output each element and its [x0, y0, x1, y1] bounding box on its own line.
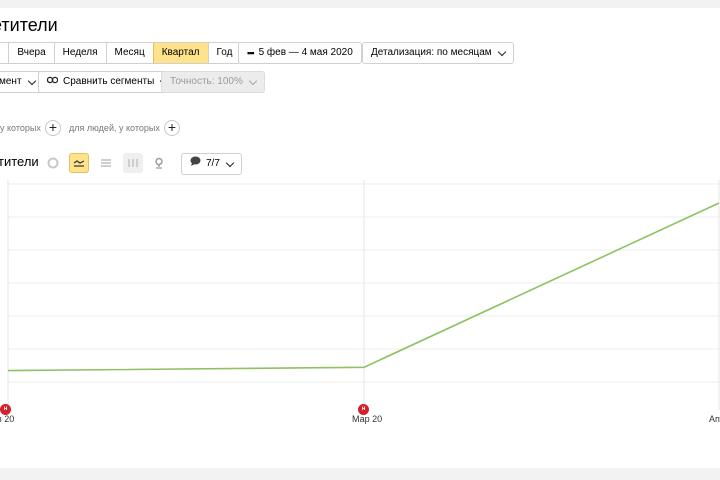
- x-tick-label: Ап: [709, 414, 720, 424]
- event-marker[interactable]: н: [358, 404, 369, 415]
- line-chart: [7, 180, 720, 410]
- x-tick-label: ев 20: [0, 414, 15, 424]
- chart-grid: [7, 180, 720, 410]
- event-marker[interactable]: н: [0, 404, 11, 415]
- report-panel: етители я Вчера Неделя Месяц Квартал Год…: [0, 8, 720, 468]
- x-tick-label: Мар 20: [352, 414, 383, 424]
